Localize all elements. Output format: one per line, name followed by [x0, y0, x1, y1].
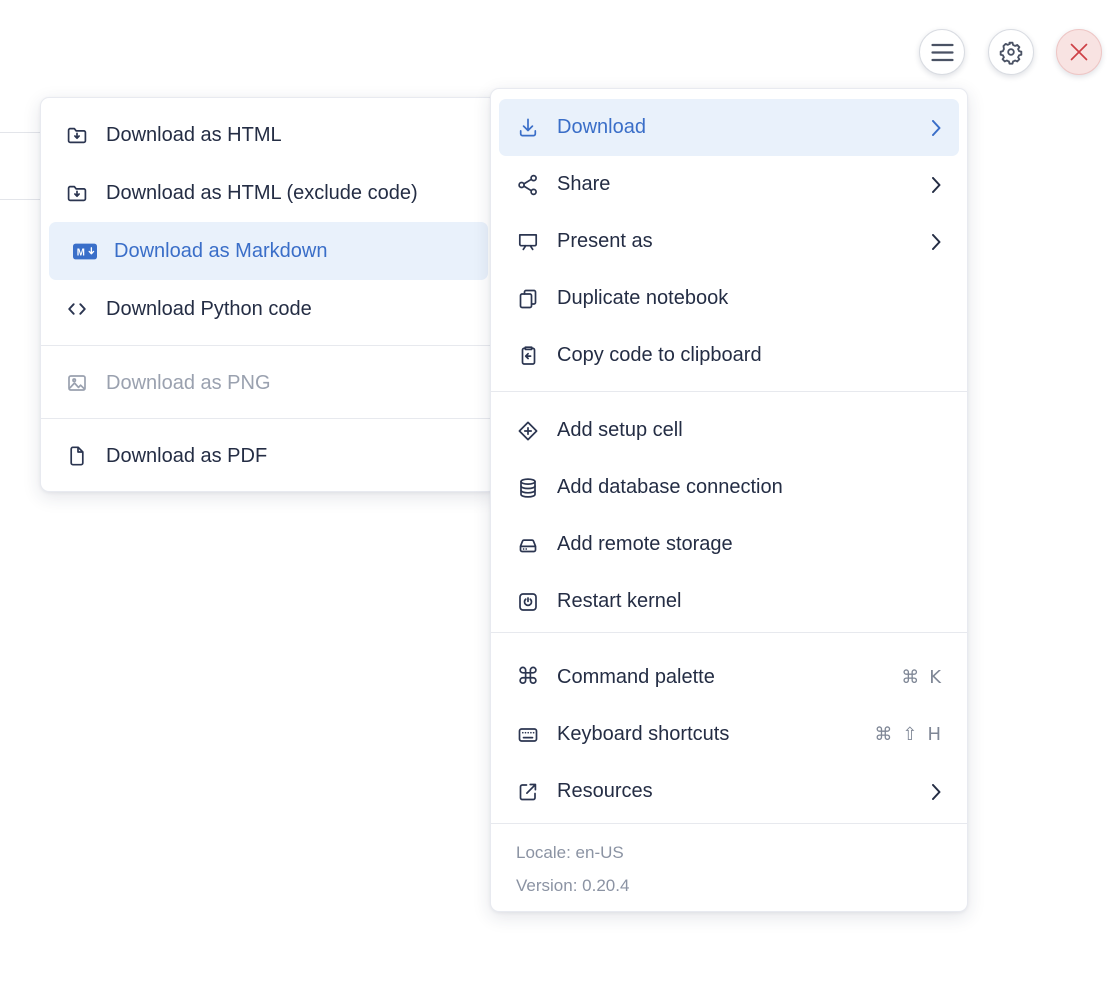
restart-kernel-icon — [516, 590, 540, 614]
submenu-section-png: Download as PNG — [41, 346, 496, 418]
notebook-menu-panel: Download Share — [490, 88, 968, 912]
hamburger-icon — [931, 43, 954, 62]
menu-section-help: ⌘ Command palette ⌘K Keyboard shortcuts … — [491, 633, 967, 823]
menu-item-label: Download Python code — [106, 298, 476, 321]
folder-download-icon — [65, 181, 89, 205]
page-edge-line — [0, 199, 41, 200]
menu-footer: Locale: en-US Version: 0.20.4 — [491, 823, 967, 911]
close-button[interactable] — [1056, 29, 1102, 75]
folder-download-icon — [65, 123, 89, 147]
menu-item-add-database-connection[interactable]: Add database connection — [491, 459, 967, 516]
menu-item-label: Command palette — [557, 666, 901, 689]
add-setup-cell-icon — [516, 419, 540, 443]
chevron-right-icon — [932, 234, 941, 250]
file-icon — [65, 444, 89, 468]
menu-item-duplicate-notebook[interactable]: Duplicate notebook — [491, 270, 967, 327]
menu-item-label: Download as PNG — [106, 372, 476, 395]
menu-item-download-as-pdf[interactable]: Download as PDF — [41, 427, 496, 485]
version-text: Version: 0.20.4 — [516, 869, 942, 902]
copy-clipboard-icon — [516, 344, 540, 368]
locale-text: Locale: en-US — [516, 836, 942, 869]
menu-item-label: Download as PDF — [106, 445, 476, 468]
menu-item-label: Add setup cell — [557, 419, 941, 442]
shortcut-hint: ⌘K — [901, 667, 941, 688]
menu-item-present-as[interactable]: Present as — [491, 213, 967, 270]
download-icon — [516, 116, 540, 140]
duplicate-icon — [516, 287, 540, 311]
menu-item-label: Present as — [557, 230, 920, 253]
menu-item-label: Add remote storage — [557, 533, 941, 556]
menu-item-label: Restart kernel — [557, 590, 941, 613]
keyboard-icon — [516, 723, 540, 747]
close-x-icon — [1069, 42, 1089, 62]
menu-item-command-palette[interactable]: ⌘ Command palette ⌘K — [491, 649, 967, 706]
markdown-icon: M — [73, 239, 97, 263]
menu-item-label: Download — [557, 116, 920, 139]
shortcut-hint: ⌘⇧H — [874, 724, 941, 745]
menu-item-label: Download as Markdown — [114, 240, 468, 263]
menu-item-label: Download as HTML — [106, 124, 476, 147]
menu-item-label: Download as HTML (exclude code) — [106, 182, 476, 205]
database-icon — [516, 476, 540, 500]
menu-item-download-python-code[interactable]: Download Python code — [41, 280, 496, 338]
svg-text:M: M — [77, 247, 85, 258]
chevron-right-icon — [932, 784, 941, 800]
download-submenu-panel: Download as HTML Download as HTML (exclu… — [40, 97, 497, 492]
chevron-right-icon — [932, 120, 941, 136]
menu-item-download-as-html-exclude-code[interactable]: Download as HTML (exclude code) — [41, 164, 496, 222]
menu-item-download[interactable]: Download — [499, 99, 959, 156]
menu-item-add-remote-storage[interactable]: Add remote storage — [491, 516, 967, 573]
image-icon — [65, 371, 89, 395]
present-icon — [516, 230, 540, 254]
share-icon — [516, 173, 540, 197]
menu-item-resources[interactable]: Resources — [491, 763, 967, 820]
menu-section-kernel: Add setup cell Add database connection — [491, 392, 967, 632]
menu-item-label: Duplicate notebook — [557, 287, 941, 310]
menu-item-download-as-png: Download as PNG — [41, 354, 496, 412]
hamburger-menu-button[interactable] — [919, 29, 965, 75]
menu-item-share[interactable]: Share — [491, 156, 967, 213]
page-edge-line — [0, 132, 41, 133]
menu-item-label: Copy code to clipboard — [557, 344, 941, 367]
menu-item-download-as-markdown[interactable]: M Download as Markdown — [49, 222, 488, 280]
submenu-section-pdf: Download as PDF — [41, 419, 496, 491]
menu-item-download-as-html[interactable]: Download as HTML — [41, 106, 496, 164]
settings-button[interactable] — [988, 29, 1034, 75]
external-link-icon — [516, 780, 540, 804]
menu-item-copy-code-to-clipboard[interactable]: Copy code to clipboard — [491, 327, 967, 384]
menu-item-restart-kernel[interactable]: Restart kernel — [491, 573, 967, 630]
menu-section-export: Download Share — [491, 89, 967, 391]
chevron-right-icon — [932, 177, 941, 193]
menu-item-add-setup-cell[interactable]: Add setup cell — [491, 402, 967, 459]
remote-storage-icon — [516, 533, 540, 557]
submenu-section-formats: Download as HTML Download as HTML (exclu… — [41, 98, 496, 345]
command-icon: ⌘ — [516, 666, 540, 690]
code-icon — [65, 297, 89, 321]
menu-item-label: Resources — [557, 780, 920, 803]
menu-item-keyboard-shortcuts[interactable]: Keyboard shortcuts ⌘⇧H — [491, 706, 967, 763]
gear-icon — [998, 39, 1024, 65]
menu-item-label: Keyboard shortcuts — [557, 723, 874, 746]
menu-item-label: Add database connection — [557, 476, 941, 499]
menu-item-label: Share — [557, 173, 920, 196]
